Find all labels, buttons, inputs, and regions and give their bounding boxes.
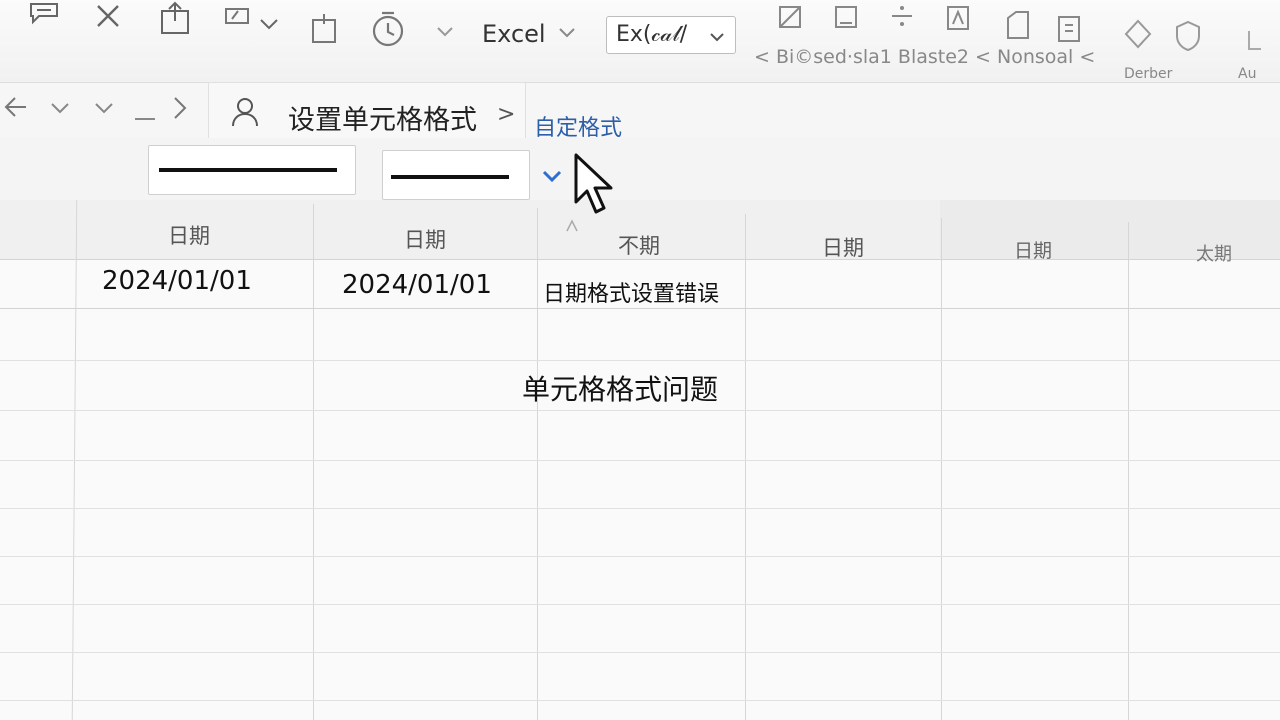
- text-direction-icon[interactable]: [942, 2, 974, 34]
- chevron-down-icon[interactable]: [50, 100, 70, 119]
- row-divider: [0, 700, 1280, 701]
- column-header-d[interactable]: 日期: [822, 232, 864, 262]
- lock-icon[interactable]: [306, 10, 342, 46]
- column-divider: [537, 208, 538, 720]
- mouse-cursor-icon: [572, 152, 620, 222]
- navigation-bar: [0, 82, 1280, 138]
- combo-value: Ex(𝒸𝒶𝓁/: [616, 22, 688, 47]
- file-icon[interactable]: [1002, 8, 1034, 42]
- row-divider: [0, 508, 1280, 509]
- row-divider: [0, 652, 1280, 653]
- chevron-right-icon[interactable]: [172, 96, 188, 124]
- chevron-down-icon[interactable]: [94, 100, 114, 119]
- column-divider: [313, 204, 314, 720]
- row-divider: [0, 360, 1280, 361]
- frame-icon[interactable]: [830, 2, 862, 32]
- chevron-down-icon[interactable]: [256, 12, 282, 36]
- cell-b1-date[interactable]: 2024/01/01: [342, 270, 492, 300]
- style-combo-box[interactable]: Ex(𝒸𝒶𝓁/: [606, 16, 736, 54]
- sort-icon[interactable]: [1240, 26, 1268, 56]
- ribbon-toolbar: Excel Ex(𝒸𝒶𝓁/ < Bi©sed·sla1 Blaste2 < No…: [0, 0, 1280, 83]
- app-label[interactable]: Excel: [482, 20, 546, 48]
- row-divider: [0, 604, 1280, 605]
- row-divider: [0, 556, 1280, 557]
- line-style-selector[interactable]: [148, 145, 356, 195]
- row-divider: [0, 308, 1280, 309]
- column-divider: [745, 214, 746, 720]
- cell-a1-date[interactable]: 2024/01/01: [102, 266, 252, 296]
- row-divider: [0, 410, 1280, 411]
- column-divider: [941, 218, 942, 720]
- border-icon[interactable]: [774, 2, 806, 32]
- line-weight-preview: [391, 175, 509, 179]
- chevron-down-icon[interactable]: [556, 24, 578, 42]
- chevron-down-icon[interactable]: [542, 168, 562, 187]
- timer-icon[interactable]: [366, 8, 410, 50]
- column-header-e[interactable]: 日期: [1014, 236, 1052, 263]
- column-divider: [1128, 222, 1129, 720]
- ribbon-label-au: Au: [1238, 66, 1257, 82]
- share-icon[interactable]: [156, 0, 194, 36]
- dialog-title: 设置单元格格式: [288, 105, 477, 136]
- cell-c1-error[interactable]: 日期格式设置错误: [543, 276, 719, 308]
- close-icon[interactable]: [92, 2, 124, 30]
- column-header-a[interactable]: 日期: [168, 220, 210, 250]
- cell-format-issue-note[interactable]: 单元格格式问题: [522, 368, 718, 408]
- format-painter-icon[interactable]: [220, 4, 254, 34]
- ribbon-label-derber: Derber: [1124, 66, 1173, 82]
- ribbon-group-labels: < Bi©sed·sla1 Blaste2 < Nonsoal <: [754, 46, 1096, 68]
- row-divider: [0, 460, 1280, 461]
- column-header-b[interactable]: 日期: [404, 224, 446, 254]
- diamond-icon[interactable]: [1120, 16, 1156, 52]
- column-header-c[interactable]: 不期: [618, 230, 660, 260]
- line-weight-selector[interactable]: [382, 150, 530, 200]
- user-icon: [230, 96, 260, 132]
- line-style-preview: [159, 168, 337, 172]
- clipboard-icon[interactable]: [1052, 10, 1086, 46]
- chevron-down-icon: [709, 28, 725, 47]
- divide-icon[interactable]: [886, 0, 918, 32]
- shield-icon[interactable]: [1170, 18, 1206, 54]
- back-arrow-icon[interactable]: [4, 96, 28, 122]
- column-header-f[interactable]: 太期: [1196, 240, 1232, 266]
- minus-icon[interactable]: [134, 106, 156, 125]
- breadcrumb-separator: >: [497, 102, 516, 127]
- comment-icon[interactable]: [24, 0, 64, 28]
- chevron-down-icon[interactable]: [432, 22, 458, 42]
